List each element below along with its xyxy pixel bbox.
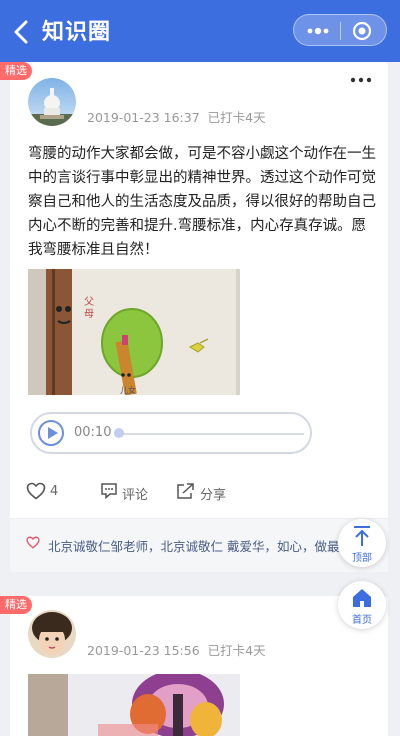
checkin-days: 已打卡4天 bbox=[207, 643, 266, 658]
avatar[interactable] bbox=[28, 78, 76, 126]
post-photo[interactable]: 父 母 儿女 bbox=[28, 269, 240, 395]
avatar[interactable] bbox=[28, 610, 76, 658]
checkin-days: 已打卡4天 bbox=[207, 110, 266, 125]
audio-progress-track[interactable] bbox=[118, 433, 304, 435]
post-meta: 2019-01-23 16:37 已打卡4天 bbox=[87, 107, 266, 126]
back-to-top-button[interactable]: 顶部 bbox=[338, 519, 386, 567]
featured-badge: 精选 bbox=[0, 62, 32, 80]
home-button[interactable]: 首页 bbox=[338, 581, 386, 629]
audio-progress-knob[interactable] bbox=[114, 428, 124, 438]
post-datetime: 2019-01-23 15:56 bbox=[87, 643, 200, 658]
comment-label: 评论 bbox=[122, 488, 149, 503]
share-label: 分享 bbox=[200, 488, 227, 503]
back-to-top-label: 顶部 bbox=[352, 553, 372, 564]
close-miniapp-icon[interactable] bbox=[352, 21, 372, 41]
more-options-icon[interactable] bbox=[304, 23, 332, 39]
share-icon bbox=[177, 483, 194, 499]
arrow-up-icon bbox=[354, 526, 370, 546]
capsule-divider bbox=[340, 22, 341, 40]
comment-icon bbox=[101, 483, 117, 500]
home-icon bbox=[353, 589, 371, 607]
navbar: 知识圈 bbox=[0, 0, 400, 62]
svg-text:母: 母 bbox=[84, 308, 94, 320]
home-label: 首页 bbox=[352, 615, 372, 626]
post-datetime: 2019-01-23 16:37 bbox=[87, 110, 200, 125]
svg-text:儿女: 儿女 bbox=[120, 385, 136, 395]
post-meta: 2019-01-23 15:56 已打卡4天 bbox=[87, 640, 266, 659]
featured-badge: 精选 bbox=[0, 596, 32, 614]
post-more-icon[interactable] bbox=[350, 76, 372, 84]
post-card: 2019-01-23 16:37 已打卡4天 弯腰的动作大家都会做，可是不容小觑这… bbox=[10, 62, 388, 572]
back-arrow-icon[interactable] bbox=[10, 18, 34, 46]
miniapp-capsule bbox=[293, 14, 387, 46]
audio-duration: 00:10 bbox=[74, 425, 112, 440]
post-photo[interactable] bbox=[28, 674, 240, 736]
post-actions: 4 评论 分享 bbox=[10, 480, 388, 504]
liked-by-bar: 北京诚敬仁邹老师，北京诚敬仁 戴爱华，如心，做最好 bbox=[10, 518, 388, 572]
like-count: 4 bbox=[50, 484, 59, 499]
post-text: 弯腰的动作大家都会做，可是不容小觑这个动作在一生中的言谈行事中彰显出的精神世界。… bbox=[28, 146, 376, 258]
audio-player[interactable]: 00:10 bbox=[30, 412, 312, 454]
heart-icon bbox=[26, 536, 40, 549]
svg-text:父: 父 bbox=[84, 296, 94, 308]
play-icon[interactable] bbox=[38, 420, 64, 446]
liked-by-names[interactable]: 北京诚敬仁邹老师，北京诚敬仁 戴爱华，如心，做最好 bbox=[48, 536, 352, 555]
page-title: 知识圈 bbox=[42, 20, 112, 45]
heart-icon bbox=[26, 482, 46, 500]
post-card: 2019-01-23 15:56 已打卡4天 bbox=[10, 596, 388, 736]
